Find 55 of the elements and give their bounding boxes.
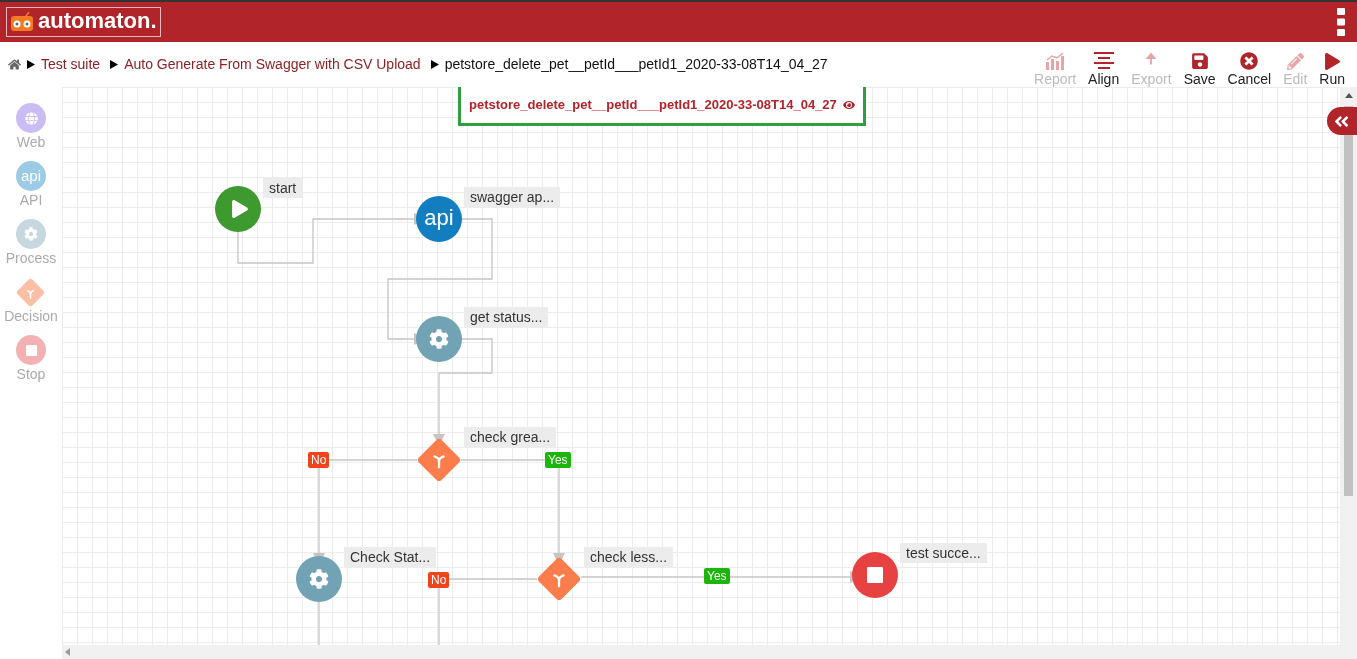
collapse-panel-button[interactable]: [1327, 107, 1357, 135]
breadcrumb-item: petstore_delete_pet__petId___petId1_2020-33-08T14_04_27: [444, 55, 828, 74]
eye-icon[interactable]: [842, 98, 855, 111]
edge-label: No: [308, 452, 330, 468]
edge-label: No: [428, 572, 450, 588]
toolbar-button[interactable]: Save: [1183, 51, 1216, 86]
home-icon[interactable]: [8, 58, 21, 71]
triangle-separator-icon: [430, 60, 439, 69]
gear-icon: [309, 569, 329, 589]
start-node[interactable]: [215, 186, 261, 232]
kebab-menu-icon[interactable]: [1337, 8, 1345, 36]
toolbar-button[interactable]: Run: [1319, 52, 1345, 86]
gear-icon[interactable]: [16, 219, 46, 249]
api-node[interactable]: api: [416, 196, 462, 242]
gear-node[interactable]: [296, 556, 342, 602]
play-icon: [1323, 52, 1341, 70]
close-icon: [1240, 51, 1259, 70]
scroll-up-icon[interactable]: [1344, 93, 1353, 98]
save-icon: [1190, 51, 1209, 70]
palette-label: Process: [5, 251, 57, 265]
toolbar-button[interactable]: Cancel: [1227, 51, 1272, 86]
vertical-scrollbar[interactable]: [1340, 87, 1357, 645]
toolbar-button[interactable]: Align: [1088, 51, 1120, 86]
diagram-title: petstore_delete_pet__petId___petId1_2020-33-08T14_04_27: [469, 95, 837, 114]
palette-label: Stop: [16, 367, 46, 381]
logo-text: automaton.: [38, 9, 157, 35]
gear-node[interactable]: [416, 316, 462, 362]
play-icon: [230, 200, 249, 218]
edge-label: Yes: [545, 452, 571, 468]
pencil-icon: [1286, 52, 1304, 70]
edge-label: Yes: [704, 568, 730, 584]
node-label: swagger ap...: [464, 187, 561, 207]
horizontal-scrollbar[interactable]: [62, 645, 1357, 659]
stop-node[interactable]: [852, 552, 898, 598]
stop-icon[interactable]: [16, 335, 46, 365]
node-label: check grea...: [464, 427, 557, 447]
node-label: Check Stat...: [344, 547, 437, 567]
palette-label: Decision: [4, 309, 58, 323]
gear-icon: [429, 329, 449, 349]
palette-label: API: [19, 193, 43, 207]
logo[interactable]: automaton.: [6, 7, 161, 37]
breadcrumb-item[interactable]: Test suite: [41, 54, 101, 75]
align-icon: [1092, 51, 1115, 70]
triangle-separator-icon: [110, 60, 119, 69]
palette-label: Web: [16, 135, 46, 149]
bar-chart-icon: [1045, 51, 1066, 70]
globe-icon[interactable]: [16, 103, 46, 133]
triangle-separator-icon: [27, 60, 35, 69]
node-label: check less...: [584, 547, 674, 567]
scroll-left-icon[interactable]: [65, 648, 70, 656]
node-label: start: [263, 178, 303, 198]
breadcrumb-item[interactable]: Auto Generate From Swagger with CSV Upload: [124, 54, 421, 75]
node-label: test succe...: [900, 543, 987, 563]
robot-logo-icon: [10, 12, 34, 32]
node-label: get status...: [464, 307, 549, 327]
